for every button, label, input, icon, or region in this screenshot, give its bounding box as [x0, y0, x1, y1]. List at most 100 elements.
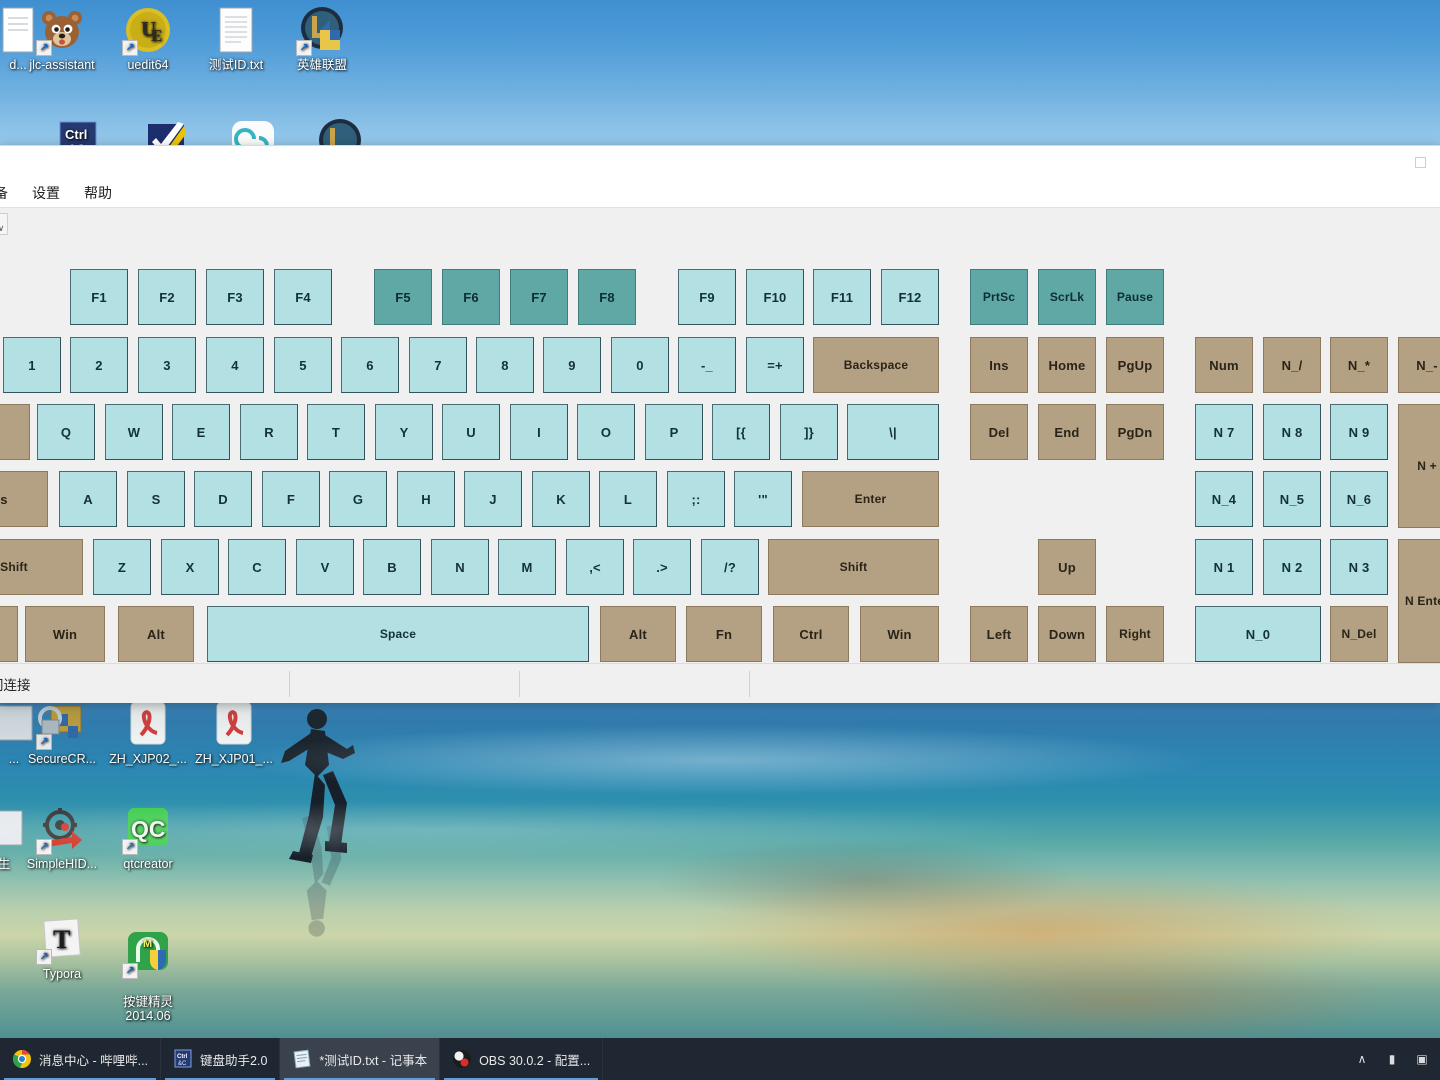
key-num[interactable]: Num [1195, 337, 1253, 393]
key-j[interactable]: J [464, 471, 522, 527]
desktop-icon-qtcreator[interactable]: QC ↗ qtcreator [100, 805, 196, 871]
key-f2[interactable]: F2 [138, 269, 196, 325]
key-n-1[interactable]: N 1 [1195, 539, 1253, 595]
key-left[interactable]: Left [970, 606, 1028, 662]
key-l[interactable]: L [599, 471, 657, 527]
key-shift[interactable]: Shift [768, 539, 939, 595]
taskbar-item-chrome[interactable]: 消息中心 - 哔哩哔... [0, 1038, 162, 1080]
desktop-icon-anjian[interactable]: M ↗ 按键精灵 2014.06 [100, 915, 196, 1037]
key-i[interactable]: I [510, 404, 568, 460]
key-t[interactable]: T [307, 404, 365, 460]
key-n-8[interactable]: N 8 [1263, 404, 1321, 460]
key-f3[interactable]: F3 [206, 269, 264, 325]
key-blank[interactable]: ,< [566, 539, 624, 595]
key-n-2[interactable]: N 2 [1263, 539, 1321, 595]
key-blank[interactable]: =+ [746, 337, 804, 393]
key-up[interactable]: Up [1038, 539, 1096, 595]
key-g[interactable]: G [329, 471, 387, 527]
key-v[interactable]: V [296, 539, 354, 595]
key-f5[interactable]: F5 [374, 269, 432, 325]
key-down[interactable]: Down [1038, 606, 1096, 662]
key-blank[interactable]: '" [734, 471, 792, 527]
key-blank[interactable]: ;: [667, 471, 725, 527]
key-n-7[interactable]: N 7 [1195, 404, 1253, 460]
key-space[interactable]: Space [207, 606, 589, 662]
key-ins[interactable]: Ins [970, 337, 1028, 393]
menu-item-help[interactable]: 帮助 [72, 180, 124, 206]
key-8[interactable]: 8 [476, 337, 534, 393]
key-k[interactable]: K [532, 471, 590, 527]
taskbar-item-obs[interactable]: OBS 30.0.2 - 配置... [440, 1038, 604, 1080]
key-n[interactable]: N_* [1330, 337, 1388, 393]
key-f10[interactable]: F10 [746, 269, 804, 325]
key-right[interactable]: Right [1106, 606, 1164, 662]
key-1[interactable]: 1 [3, 337, 61, 393]
key-q[interactable]: Q [37, 404, 95, 460]
key-x[interactable]: X [161, 539, 219, 595]
key-pause[interactable]: Pause [1106, 269, 1164, 325]
maximize-button[interactable] [1410, 152, 1430, 172]
key-backspace[interactable]: Backspace [813, 337, 939, 393]
key-p[interactable]: P [645, 404, 703, 460]
desktop-icon-simplehid[interactable]: ↗ SimpleHID... [14, 805, 110, 871]
key-scrlk[interactable]: ScrLk [1038, 269, 1096, 325]
key-n[interactable]: N_/ [1263, 337, 1321, 393]
key-0[interactable]: 0 [611, 337, 669, 393]
key-m[interactable]: M [498, 539, 556, 595]
key-win[interactable]: Win [860, 606, 939, 662]
desktop-icon-zh-xjp02[interactable]: ZH_XJP02_... [100, 700, 196, 766]
desktop-icon-uedit64[interactable]: U E ↗ uedit64 [100, 6, 196, 72]
key-blank[interactable]: ]} [780, 404, 838, 460]
key-b[interactable]: B [363, 539, 421, 595]
key-u[interactable]: U [442, 404, 500, 460]
key-f6[interactable]: F6 [442, 269, 500, 325]
key-n-4[interactable]: N_4 [1195, 471, 1253, 527]
key-9[interactable]: 9 [543, 337, 601, 393]
key-n-3[interactable]: N 3 [1330, 539, 1388, 595]
key-shift[interactable]: Shift [0, 539, 83, 595]
key-5[interactable]: 5 [274, 337, 332, 393]
key-numpad-plus[interactable]: N + [1398, 404, 1440, 528]
desktop-icon-securecrt[interactable]: ↗ SecureCR... [14, 700, 110, 766]
key-ctrl[interactable]: Ctrl [773, 606, 849, 662]
key-o[interactable]: O [577, 404, 635, 460]
menu-item-device[interactable]: 备 [0, 180, 20, 206]
key-f[interactable]: F [262, 471, 320, 527]
key-f9[interactable]: F9 [678, 269, 736, 325]
key-7[interactable]: 7 [409, 337, 467, 393]
key-fn[interactable]: Fn [686, 606, 762, 662]
desktop-icon-test-id-txt[interactable]: 测试ID.txt [188, 6, 284, 72]
desktop-icon-zh-xjp01[interactable]: ZH_XJP01_... [186, 700, 282, 766]
key-s[interactable]: s [0, 471, 48, 527]
key-n[interactable]: N [431, 539, 489, 595]
menu-item-settings[interactable]: 设置 [20, 180, 72, 206]
key-blank[interactable]: \| [847, 404, 939, 460]
key-f1[interactable]: F1 [70, 269, 128, 325]
desktop-icon-typora[interactable]: T ↗ Typora [14, 915, 110, 981]
key-w[interactable]: W [105, 404, 163, 460]
key-blank[interactable]: .> [633, 539, 691, 595]
key-h[interactable]: H [397, 471, 455, 527]
key-home[interactable]: Home [1038, 337, 1096, 393]
key-numpad-enter[interactable]: N Enter [1398, 539, 1440, 663]
key-win[interactable]: Win [25, 606, 105, 662]
key-4[interactable]: 4 [206, 337, 264, 393]
key-f12[interactable]: F12 [881, 269, 939, 325]
window-titlebar[interactable] [0, 146, 1440, 179]
key-blank[interactable]: /? [701, 539, 759, 595]
key-c[interactable]: C [228, 539, 286, 595]
key-f4[interactable]: F4 [274, 269, 332, 325]
key-del[interactable]: Del [970, 404, 1028, 460]
key-n[interactable]: N_- [1398, 337, 1440, 393]
key-prtsc[interactable]: PrtSc [970, 269, 1028, 325]
key-blank[interactable] [0, 606, 18, 662]
chevron-up-icon[interactable]: ∧ [1354, 1051, 1370, 1067]
key-6[interactable]: 6 [341, 337, 399, 393]
desktop-icon-lol[interactable]: ↗ 英雄联盟 [274, 6, 370, 72]
key-3[interactable]: 3 [138, 337, 196, 393]
taskbar-item-notepad[interactable]: *测试ID.txt - 记事本 [280, 1038, 441, 1080]
key-n-del[interactable]: N_Del [1330, 606, 1388, 662]
key-f7[interactable]: F7 [510, 269, 568, 325]
notification-icon[interactable]: ▣ [1414, 1051, 1430, 1067]
key-pgdn[interactable]: PgDn [1106, 404, 1164, 460]
